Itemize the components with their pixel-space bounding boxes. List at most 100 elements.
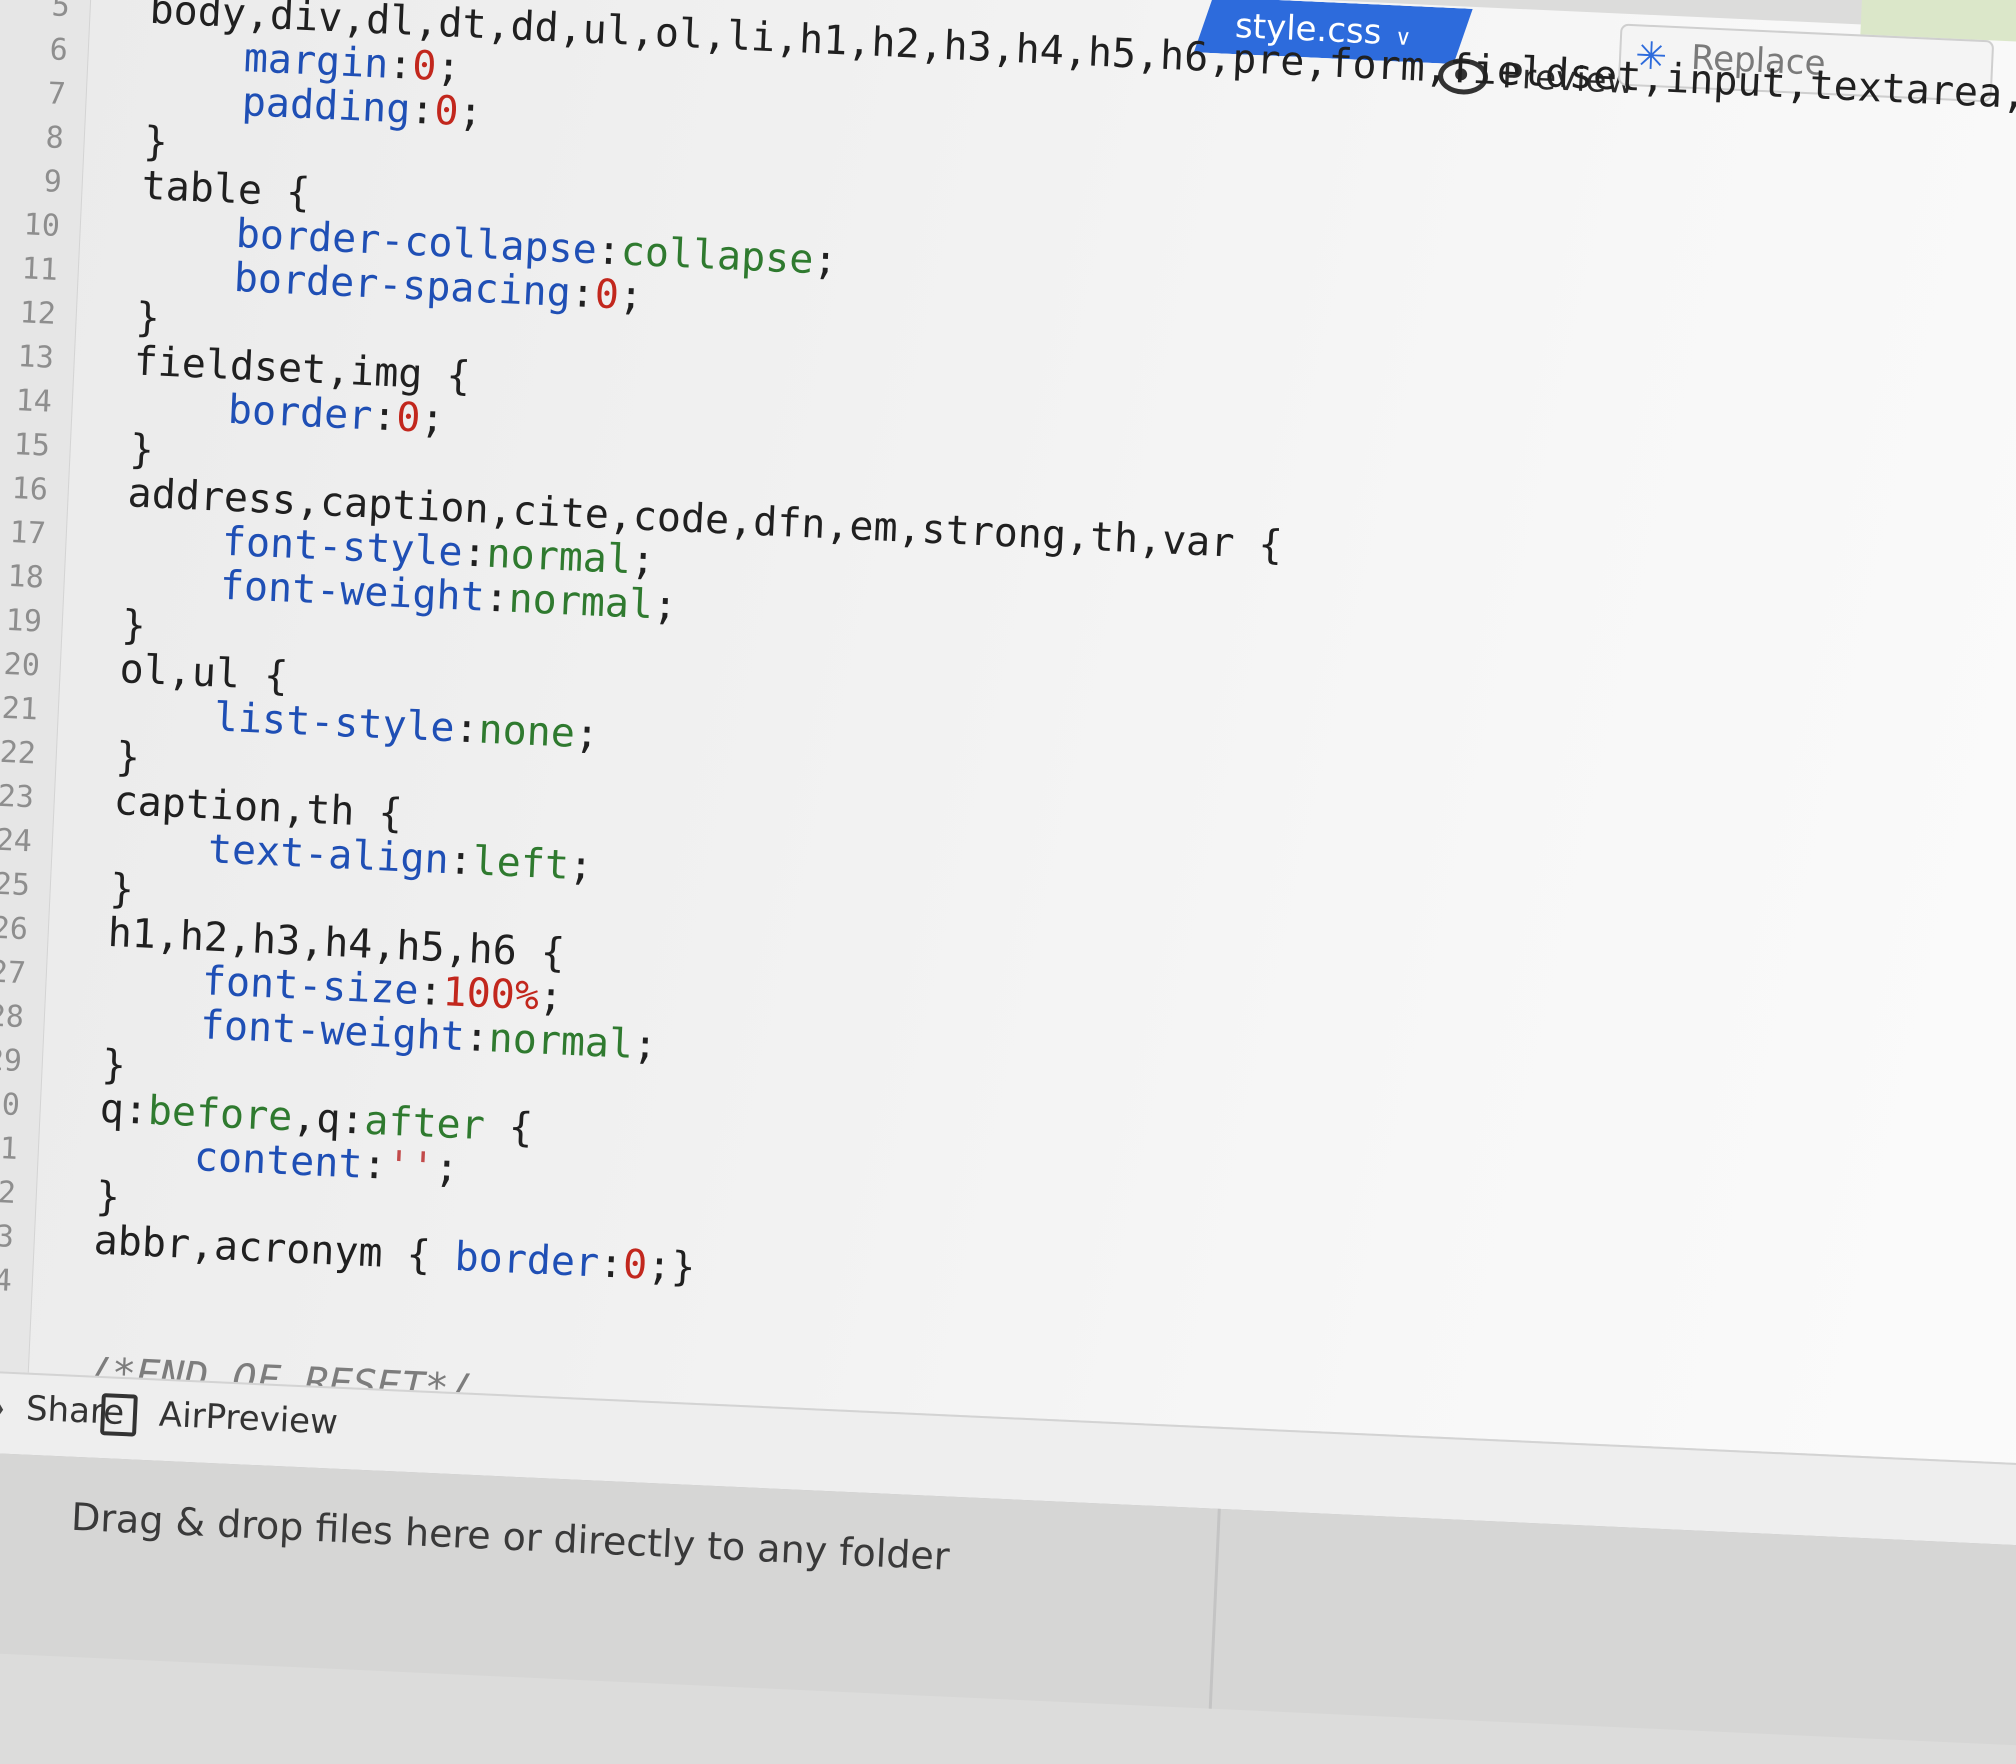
- line-number: 10: [22, 207, 61, 244]
- code-token: normal: [507, 575, 655, 629]
- code-token: :: [417, 968, 444, 1016]
- code-token: :: [461, 529, 488, 577]
- drop-hint: Drag & drop files here or directly to an…: [70, 1494, 951, 1579]
- code-token: ;: [812, 237, 839, 285]
- code-token: :: [387, 41, 414, 89]
- code-token: :: [483, 574, 510, 622]
- line-number: 17: [8, 515, 47, 552]
- code-token: }: [114, 734, 141, 782]
- code-line[interactable]: table {: [141, 163, 311, 217]
- code-token: ;: [537, 973, 564, 1021]
- line-number: 19: [4, 602, 43, 640]
- code-token: left: [471, 838, 570, 889]
- line-number: 18: [6, 558, 45, 596]
- line-number: 5: [50, 0, 71, 25]
- code-token: content: [192, 1134, 364, 1188]
- code-token: text-align: [206, 826, 450, 884]
- code-line[interactable]: [91, 1262, 93, 1306]
- line-number: 23: [0, 778, 35, 816]
- line-number: 24: [0, 822, 33, 860]
- code-token: list-style: [212, 694, 456, 752]
- line-number: 31: [0, 1130, 19, 1167]
- code-token: abbr,acronym {: [92, 1217, 456, 1280]
- code-line[interactable]: }: [114, 734, 141, 782]
- code-token: ;: [567, 842, 595, 890]
- line-number: 11: [20, 251, 59, 288]
- code-token: ;: [419, 395, 446, 443]
- line-number-gutter: 5 6 7 8 9 10 11 12 13 14 15 16 17 18 19 20 21 22 23 24 25 26 2…: [0, 0, 94, 1373]
- code-token: 0: [622, 1241, 649, 1289]
- broadcast-icon: ❯❯: [0, 1385, 10, 1428]
- line-number: 26: [0, 910, 29, 948]
- code-line[interactable]: }: [143, 119, 169, 166]
- line-number: 22: [0, 734, 37, 772]
- code-token: 0: [433, 87, 460, 135]
- code-token: none: [477, 706, 576, 757]
- code-token: }: [108, 865, 135, 913]
- code-token: 100%: [441, 969, 540, 1020]
- line-number: 27: [0, 954, 27, 992]
- code-line[interactable]: }: [128, 426, 155, 474]
- code-token: }: [100, 1041, 127, 1089]
- code-token: :: [453, 705, 480, 753]
- code-token: :: [569, 270, 596, 318]
- line-number: 13: [16, 339, 55, 376]
- line-number: 15: [12, 427, 51, 464]
- code-token: }: [128, 426, 155, 474]
- code-line[interactable]: }: [120, 602, 147, 650]
- code-token: }: [120, 602, 147, 650]
- line-number: 12: [18, 295, 57, 332]
- code-token: '': [385, 1142, 436, 1191]
- line-number: 6: [48, 32, 69, 69]
- airpreview-toggle[interactable]: AirPreview: [100, 1392, 339, 1445]
- code-token: padding: [240, 79, 412, 133]
- code-token: ;: [629, 537, 657, 585]
- code-token: collapse: [619, 228, 815, 284]
- code-line[interactable]: list-style:none;: [117, 690, 600, 757]
- code-token: {: [483, 1103, 534, 1152]
- code-token: ;: [652, 582, 679, 630]
- checkbox-icon[interactable]: [100, 1392, 138, 1437]
- line-number: 8: [44, 120, 65, 157]
- line-number: 21: [0, 690, 39, 728]
- line-number: 30: [0, 1086, 21, 1124]
- code-token: 0: [411, 42, 438, 90]
- code-line[interactable]: abbr,acronym { border:0;}: [92, 1217, 697, 1291]
- code-token: :: [597, 1240, 625, 1288]
- code-line[interactable]: [89, 1305, 91, 1349]
- code-line[interactable]: }: [100, 1041, 127, 1089]
- line-number: 16: [10, 471, 49, 508]
- line-number: 9: [42, 164, 63, 200]
- code-token: ;: [435, 43, 462, 91]
- code-token: 0: [395, 394, 422, 442]
- code-token: ;}: [646, 1242, 697, 1291]
- line-number: 14: [14, 383, 53, 420]
- line-number: 25: [0, 866, 31, 904]
- code-line[interactable]: }: [95, 1174, 121, 1221]
- panel-divider: [1208, 1508, 1221, 1709]
- line-number: 34: [0, 1262, 13, 1299]
- code-token: ;: [617, 272, 645, 320]
- line-number: 20: [2, 646, 41, 684]
- code-token: ;: [433, 1144, 460, 1192]
- code-line[interactable]: ol,ul {: [119, 646, 289, 700]
- code-token: :: [595, 227, 622, 275]
- code-token: border: [453, 1233, 601, 1287]
- code-line[interactable]: }: [108, 865, 135, 913]
- editor-screen: style.css ∨ Preview ✳ Replace 5 6 7 8 9 10 11 12…: [0, 0, 2016, 1749]
- code-token: :: [447, 837, 474, 885]
- code-line[interactable]: }: [135, 295, 161, 342]
- code-token: border: [226, 386, 374, 440]
- line-number: 29: [0, 1042, 23, 1080]
- code-editor[interactable]: style.css ∨ Preview ✳ Replace 5 6 7 8 9 10 11 12…: [0, 0, 2016, 1467]
- line-number: 7: [46, 76, 67, 113]
- code-token: :: [371, 393, 398, 441]
- code-token: :: [409, 86, 436, 134]
